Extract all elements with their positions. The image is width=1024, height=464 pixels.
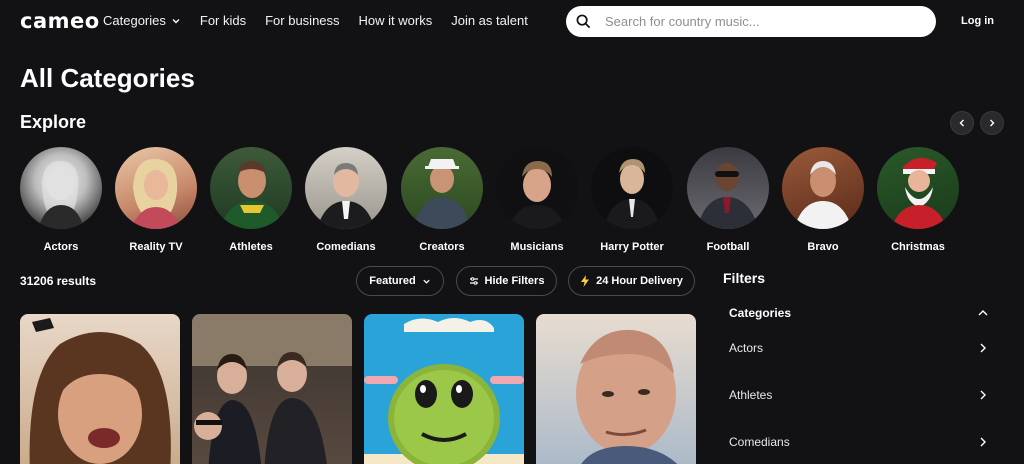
filter-categories-label: Categories: [729, 306, 792, 320]
nav-for-kids[interactable]: For kids: [200, 13, 246, 28]
lightning-icon: [581, 275, 590, 287]
delivery-filter-button[interactable]: 24 Hour Delivery: [568, 266, 695, 296]
sort-label: Featured: [369, 275, 416, 287]
filters-heading: Filters: [723, 270, 766, 286]
chevron-right-icon: [990, 119, 995, 127]
nav-categories-label: Categories: [103, 13, 166, 28]
search-bar[interactable]: [566, 6, 936, 37]
category-avatar: [877, 147, 959, 229]
chevron-up-icon: [978, 310, 988, 316]
category-label: Reality TV: [129, 241, 183, 253]
category-label: Harry Potter: [600, 241, 664, 253]
talent-card[interactable]: [20, 314, 180, 464]
chevron-right-icon: [980, 343, 986, 353]
explore-heading: Explore: [20, 112, 87, 132]
nav-categories[interactable]: Categories: [103, 13, 181, 28]
category-christmas[interactable]: Christmas: [876, 147, 960, 253]
category-label: Comedians: [316, 241, 376, 253]
talent-card[interactable]: [536, 314, 696, 464]
category-label: Musicians: [510, 241, 564, 253]
category-avatar: [401, 147, 483, 229]
talent-card[interactable]: [192, 314, 352, 464]
sort-dropdown[interactable]: Featured: [356, 266, 444, 296]
chevron-right-icon: [980, 437, 986, 447]
login-link[interactable]: Log in: [961, 15, 994, 27]
results-count: 31206 results: [20, 274, 97, 288]
category-actors[interactable]: Actors: [19, 147, 103, 253]
filter-item-label: Comedians: [729, 435, 790, 449]
filter-categories-toggle[interactable]: Categories: [729, 303, 989, 323]
carousel-prev-button[interactable]: [950, 111, 974, 135]
sliders-icon: [469, 277, 478, 285]
category-creators[interactable]: Creators: [400, 147, 484, 253]
category-avatar: [496, 147, 578, 229]
delivery-label: 24 Hour Delivery: [596, 275, 683, 287]
category-athletes[interactable]: Athletes: [209, 147, 293, 253]
category-harry-potter[interactable]: Harry Potter: [590, 147, 674, 253]
category-avatar: [210, 147, 292, 229]
filter-item-comedians[interactable]: Comedians: [729, 432, 989, 452]
chevron-left-icon: [959, 119, 964, 127]
chevron-down-icon: [172, 18, 180, 23]
hide-filters-label: Hide Filters: [484, 275, 545, 287]
category-label: Bravo: [807, 241, 839, 253]
talent-card[interactable]: [364, 314, 524, 464]
category-label: Football: [706, 241, 750, 253]
category-reality-tv[interactable]: Reality TV: [114, 147, 198, 253]
category-avatar: [305, 147, 387, 229]
category-avatar: [591, 147, 673, 229]
nav-for-business[interactable]: For business: [265, 13, 339, 28]
cameo-logo[interactable]: cameo: [20, 9, 100, 33]
category-label: Christmas: [891, 241, 945, 253]
main-nav: Categories For kids For business How it …: [103, 13, 547, 28]
category-avatar: [687, 147, 769, 229]
search-input[interactable]: [605, 14, 905, 29]
category-musicians[interactable]: Musicians: [495, 147, 579, 253]
top-nav-bar: cameo Categories For kids For business H…: [0, 0, 1024, 44]
category-football[interactable]: Football: [686, 147, 770, 253]
category-avatar: [20, 147, 102, 229]
carousel-next-button[interactable]: [980, 111, 1004, 135]
filter-item-label: Athletes: [729, 388, 773, 402]
chevron-right-icon: [980, 390, 986, 400]
search-icon: [576, 14, 591, 29]
category-bravo[interactable]: Bravo: [781, 147, 865, 253]
filter-item-actors[interactable]: Actors: [729, 338, 989, 358]
category-label: Creators: [419, 241, 465, 253]
nav-how-it-works[interactable]: How it works: [359, 13, 433, 28]
category-label: Actors: [43, 241, 79, 253]
category-comedians[interactable]: Comedians: [304, 147, 388, 253]
filter-item-label: Actors: [729, 341, 764, 355]
nav-join-as-talent[interactable]: Join as talent: [451, 13, 528, 28]
hide-filters-button[interactable]: Hide Filters: [456, 266, 557, 296]
chevron-down-icon: [423, 279, 430, 284]
category-label: Athletes: [229, 241, 273, 253]
category-avatar: [115, 147, 197, 229]
page-title: All Categories: [20, 63, 195, 93]
category-avatar: [782, 147, 864, 229]
filter-item-athletes[interactable]: Athletes: [729, 385, 989, 405]
